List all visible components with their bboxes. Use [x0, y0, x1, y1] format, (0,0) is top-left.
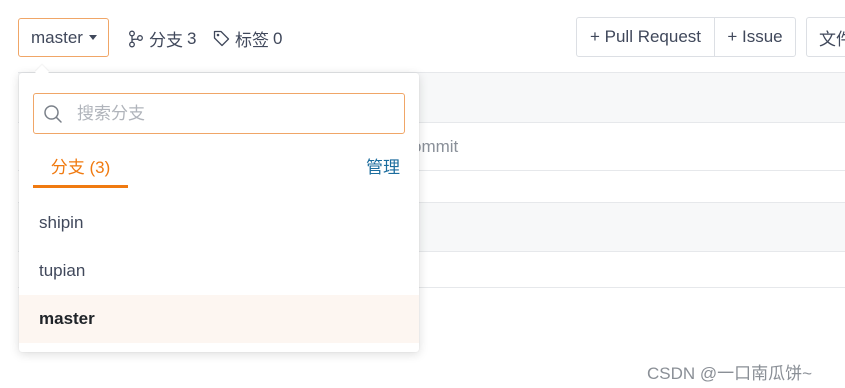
- file-button[interactable]: 文件: [806, 17, 845, 57]
- branch-item-tupian[interactable]: tupian: [19, 247, 419, 295]
- watermark-text: CSDN @一口南瓜饼~: [647, 364, 813, 383]
- tags-count: 0: [273, 28, 283, 48]
- branch-item-label: shipin: [39, 213, 84, 232]
- branch-item-label: master: [39, 309, 95, 328]
- branch-select[interactable]: master: [18, 18, 109, 57]
- tags-label: 标签: [235, 31, 269, 50]
- tab-branches[interactable]: 分支 (3): [33, 151, 128, 188]
- branches-count-link[interactable]: 分支 3: [128, 26, 196, 51]
- manage-branches-link[interactable]: 管理: [366, 153, 400, 178]
- search-icon: [44, 104, 62, 123]
- issue-button[interactable]: + Issue: [714, 17, 796, 57]
- branch-search-box: [33, 93, 405, 134]
- branch-dropdown: 分支 (3) 管理 shipin tupian master: [19, 73, 419, 352]
- caret-down-icon: [88, 35, 97, 40]
- tags-count-link[interactable]: 标签 0: [213, 26, 282, 51]
- branch-select-label: master: [31, 27, 83, 47]
- branch-item-master[interactable]: master: [19, 295, 419, 343]
- branch-item-shipin[interactable]: shipin: [19, 199, 419, 247]
- branches-count: 3: [187, 28, 197, 48]
- branches-label: 分支: [149, 31, 183, 50]
- tag-icon: [213, 30, 230, 47]
- tab-branches-label: 分支 (3): [50, 158, 111, 177]
- branch-item-label: tupian: [39, 261, 86, 280]
- branch-icon: [129, 30, 143, 47]
- branch-search-input[interactable]: [77, 103, 377, 124]
- pull-request-button[interactable]: + Pull Request: [576, 17, 715, 57]
